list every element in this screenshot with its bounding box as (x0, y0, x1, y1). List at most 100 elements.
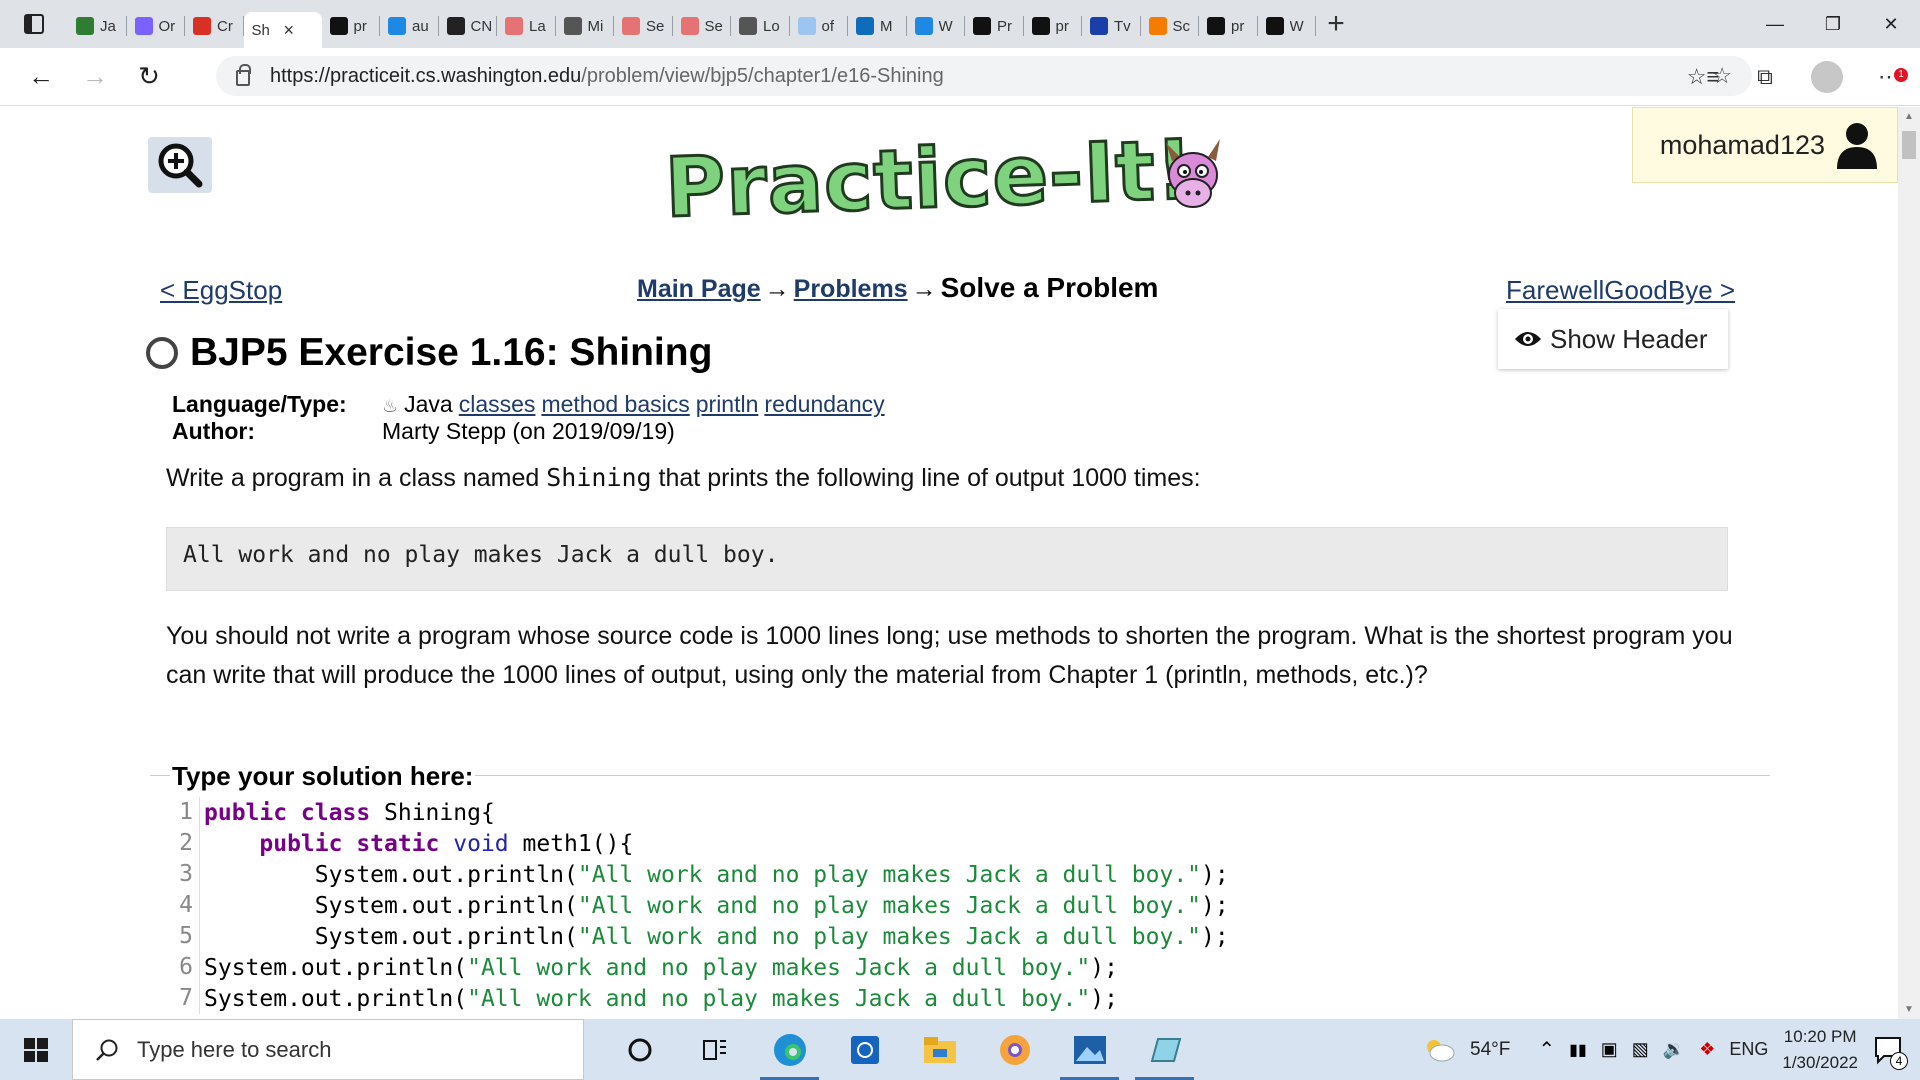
tab[interactable]: Se (673, 8, 732, 44)
close-tab-icon[interactable]: × (284, 20, 295, 41)
scroll-down-arrow[interactable]: ▼ (1904, 1004, 1914, 1015)
file-explorer-icon[interactable] (902, 1019, 977, 1080)
restore-button[interactable]: ❐ (1804, 0, 1862, 48)
new-tab-button[interactable]: + (1316, 7, 1356, 41)
code-token: System.out.println( (314, 861, 578, 888)
show-header-button[interactable]: Show Header (1498, 309, 1728, 369)
code-line[interactable]: 6 System.out.println("All work and no pla… (160, 952, 1760, 983)
action-center-icon[interactable]: 4 (1872, 1034, 1908, 1070)
scroll-up-arrow[interactable]: ▲ (1904, 111, 1914, 122)
close-window-button[interactable]: ✕ (1862, 0, 1920, 48)
tab[interactable]: W (1258, 8, 1317, 44)
language-name: Java (404, 391, 453, 417)
minimize-button[interactable]: — (1746, 0, 1804, 48)
tag-println[interactable]: println (696, 391, 759, 417)
favorites-icon[interactable]: ☆≡ (1672, 64, 1734, 90)
tab[interactable]: of (790, 8, 849, 44)
dropbox-icon[interactable]: ❖ (1699, 1039, 1715, 1060)
tab[interactable]: au (380, 8, 439, 44)
pdf-icon (622, 17, 640, 35)
photos-app-icon[interactable] (1052, 1019, 1127, 1080)
code-line[interactable]: 5 System.out.println("All work and no pl… (160, 921, 1760, 952)
code-line[interactable]: 3 System.out.println("All work and no pl… (160, 859, 1760, 890)
chrome-like-icon[interactable] (977, 1019, 1052, 1080)
breadcrumb: Main Page → Problems → Solve a Problem (637, 272, 1158, 304)
tab[interactable]: Se (614, 8, 673, 44)
refresh-button[interactable]: ↻ (122, 50, 176, 104)
weather-temperature[interactable]: 54°F (1470, 1039, 1510, 1061)
scrollbar-thumb[interactable] (1902, 131, 1916, 159)
code-line[interactable]: 4 System.out.println("All work and no pl… (160, 890, 1760, 921)
clock-time: 10:20 PM (1783, 1026, 1857, 1046)
settings-more-button[interactable]: ⋯ 1 (1858, 64, 1920, 90)
tag-method-basics[interactable]: method basics (541, 391, 689, 417)
w-icon (76, 17, 94, 35)
volume-icon[interactable]: 🔉 (1663, 1039, 1685, 1060)
line-number: 1 (160, 797, 200, 828)
meet-now-icon[interactable]: ▣ (1601, 1039, 1618, 1060)
tab-label: Sc (1172, 17, 1191, 35)
breadcrumb-current: Solve a Problem (940, 272, 1159, 303)
tab[interactable]: Lo (731, 8, 790, 44)
tab[interactable]: M (848, 8, 907, 44)
battery-icon[interactable]: ▮▮ (1569, 1040, 1587, 1060)
tab[interactable]: Pr (965, 8, 1024, 44)
cortana-icon[interactable] (602, 1019, 677, 1080)
tag-redundancy[interactable]: redundancy (764, 391, 884, 417)
input-language[interactable]: ENG (1729, 1039, 1768, 1060)
tag-classes[interactable]: classes (459, 391, 536, 417)
tab[interactable]: Tv (1082, 8, 1141, 44)
clock[interactable]: 10:20 PM 1/30/2022 (1782, 1024, 1858, 1076)
chevron-up-icon[interactable]: ⌃ (1538, 1037, 1555, 1062)
forward-button[interactable]: → (68, 50, 122, 104)
tab-active[interactable]: Sh × (243, 12, 322, 48)
zoom-button[interactable] (148, 137, 212, 193)
tab[interactable]: Sc (1141, 8, 1200, 44)
network-icon[interactable]: ▧ (1632, 1039, 1649, 1060)
problem-title-row: BJP5 Exercise 1.16: Shining (146, 331, 712, 375)
tab[interactable]: Ja (68, 8, 127, 44)
app-window-icon[interactable] (1127, 1019, 1202, 1080)
m-icon (446, 17, 465, 35)
tab[interactable]: Mi (556, 8, 615, 44)
next-problem-link[interactable]: FarewellGoodBye > (1506, 275, 1898, 306)
task-view-icon[interactable] (677, 1019, 752, 1080)
tab[interactable]: La (497, 8, 556, 44)
start-button[interactable] (0, 1019, 72, 1080)
tab[interactable]: Or (127, 8, 186, 44)
collections-icon[interactable]: ⧉ (1734, 64, 1796, 90)
tab-strip: Ja Or Cr Sh × pr au CN La Mi Se Se Lo of M W Pr pr Tv Sc pr W… (0, 0, 1920, 48)
tab[interactable]: pr (1024, 8, 1083, 44)
tab[interactable]: Cr (185, 8, 244, 44)
tab[interactable]: CN (439, 8, 498, 44)
tab[interactable]: W (907, 8, 966, 44)
page-scrollbar[interactable]: ▲ ▼ (1898, 107, 1920, 1019)
url-path: /problem/view/bjp5/chapter1/e16-Shining (581, 64, 944, 87)
user-box[interactable]: mohamad123 (1632, 107, 1898, 183)
code-line[interactable]: 1 public class Shining{ (160, 797, 1760, 828)
tab-actions-button[interactable] (0, 0, 68, 48)
profile-avatar[interactable] (1811, 61, 1843, 93)
security-app-icon[interactable] (827, 1019, 902, 1080)
breadcrumb-problems[interactable]: Problems (794, 275, 908, 303)
pdf-icon (680, 17, 699, 35)
weather-cloudy-icon[interactable] (1422, 1037, 1456, 1063)
back-button[interactable]: ← (14, 50, 68, 104)
status-circle-icon (146, 337, 178, 369)
code-token: ); (1090, 985, 1118, 1012)
url-bar[interactable]: https://practiceit.cs.washington.edu/pro… (216, 56, 1752, 96)
tab-label: pr (1055, 17, 1069, 35)
taskbar-search[interactable]: Type here to search (72, 1019, 584, 1080)
prev-problem-link[interactable]: < EggStop (160, 275, 282, 306)
tab-label: W (938, 17, 953, 35)
tab[interactable]: pr (1199, 8, 1258, 44)
code-line[interactable]: 7 System.out.println("All work and no pla… (160, 983, 1760, 1014)
eye-icon (1515, 332, 1541, 346)
bing-icon (797, 17, 816, 35)
breadcrumb-main-page[interactable]: Main Page (637, 275, 761, 303)
edge-browser-icon[interactable] (752, 1019, 827, 1080)
tab[interactable]: pr (322, 8, 381, 44)
code-editor[interactable]: 1 public class Shining{2 public static vo… (160, 797, 1760, 1019)
code-line[interactable]: 2 public static void meth1(){ (160, 828, 1760, 859)
